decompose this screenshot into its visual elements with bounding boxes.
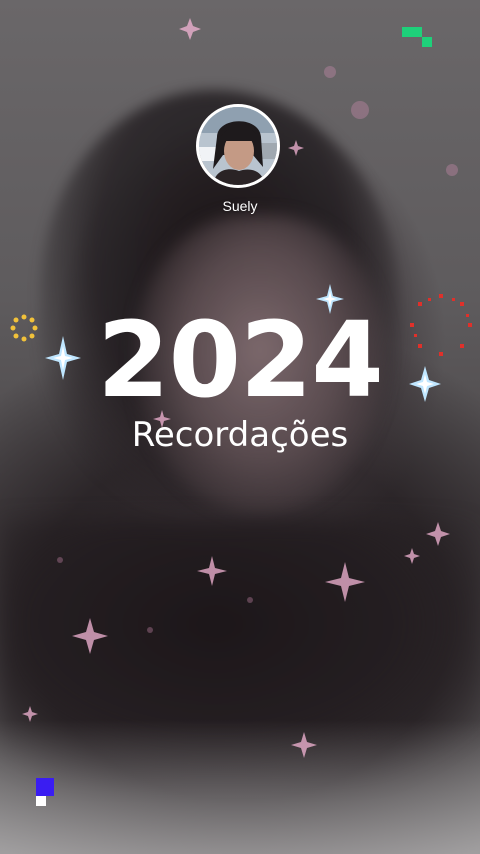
firework-icon: [10, 314, 38, 342]
sparkle-icon: [404, 548, 420, 564]
sparkle-icon: [22, 706, 38, 722]
sparkle-icon: [197, 556, 227, 586]
sparkle-icon: [409, 366, 441, 402]
sparkle-icon: [426, 522, 450, 546]
pixel-logo-icon: [402, 27, 432, 47]
sparkle-icon: [179, 18, 201, 40]
sparkle-icon: [291, 732, 317, 758]
sparkle-icon: [288, 140, 304, 156]
recap-story-screen[interactable]: Suely 2024 Recordações: [0, 0, 480, 854]
pixel-logo-icon: [36, 778, 54, 806]
avatar-photo: [199, 107, 277, 185]
sparkle-icon: [45, 336, 81, 380]
avatar[interactable]: [196, 104, 280, 188]
sparkle-icon: [325, 562, 365, 602]
sparkle-icon: [316, 284, 344, 314]
username-label: Suely: [222, 198, 258, 214]
sparkle-icon: [72, 618, 108, 654]
recap-subtitle: Recordações: [131, 415, 349, 455]
firework-icon: [410, 294, 472, 356]
